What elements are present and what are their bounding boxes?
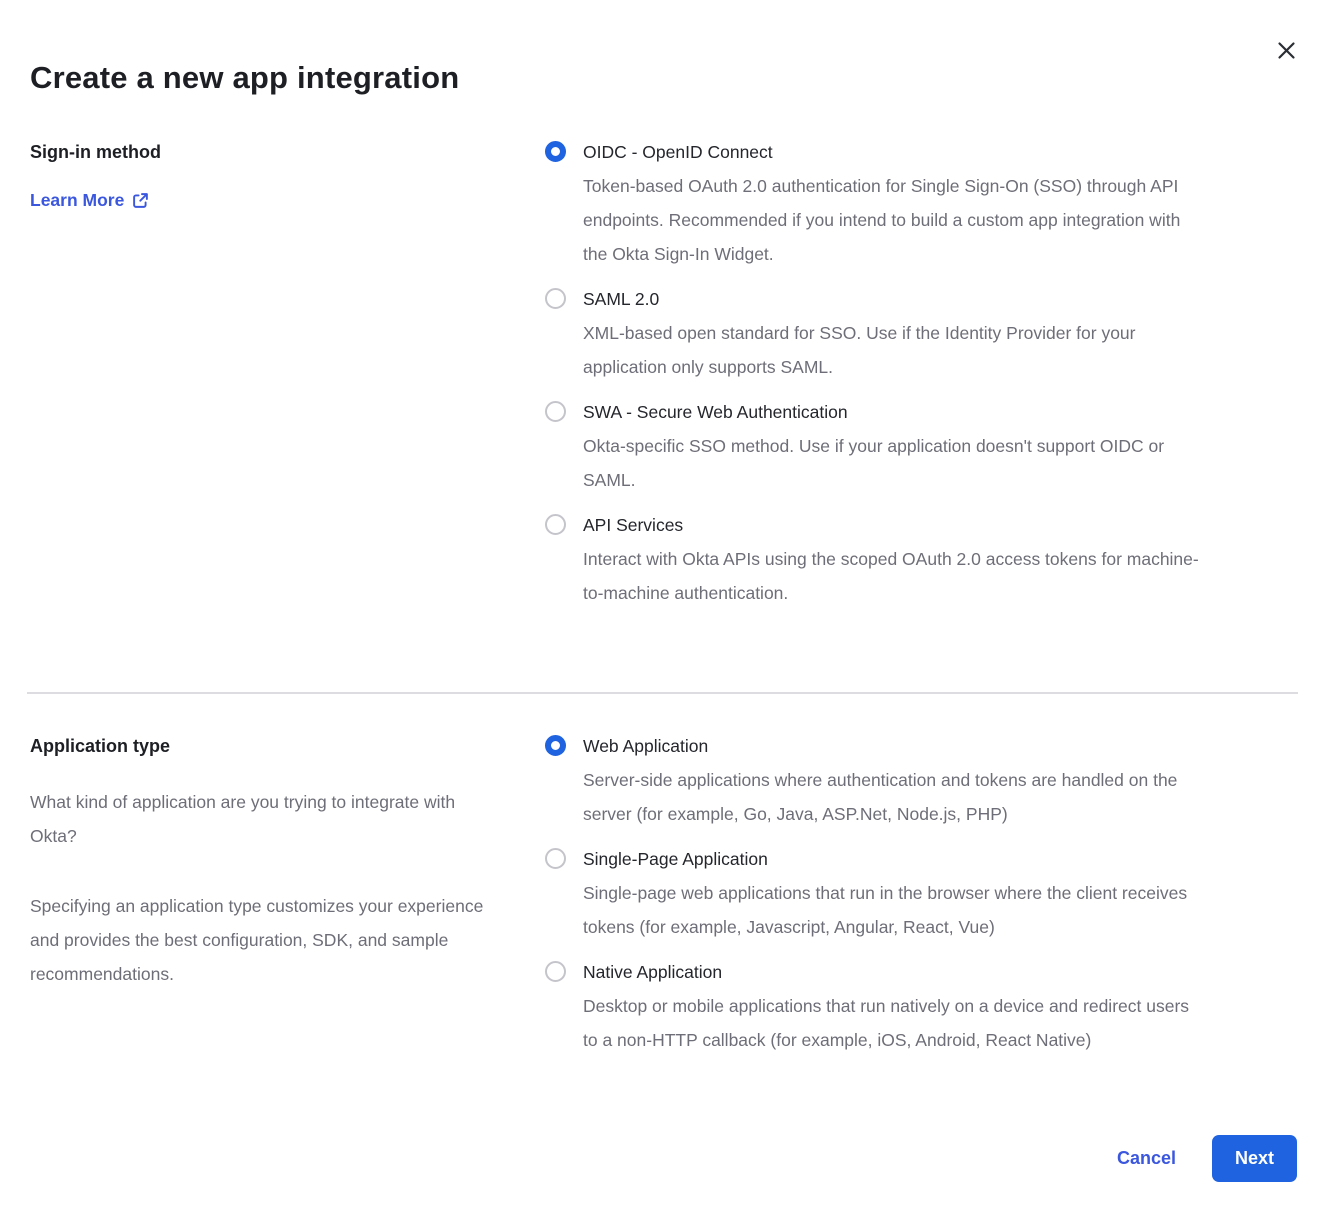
next-button[interactable]: Next bbox=[1212, 1135, 1297, 1182]
signin-method-options: OIDC - OpenID Connect Token-based OAuth … bbox=[545, 140, 1298, 626]
close-icon[interactable] bbox=[1270, 34, 1302, 66]
page-title: Create a new app integration bbox=[0, 0, 1332, 96]
section-divider bbox=[27, 692, 1298, 694]
learn-more-label: Learn More bbox=[30, 190, 124, 211]
radio-option-web-application[interactable]: Web Application Server-side applications… bbox=[545, 734, 1298, 831]
option-description-native-application: Desktop or mobile applications that run … bbox=[583, 989, 1203, 1057]
radio-button-single-page-application[interactable] bbox=[545, 848, 566, 869]
radio-button-saml[interactable] bbox=[545, 288, 566, 309]
application-type-left-column: Application type What kind of applicatio… bbox=[30, 734, 545, 991]
signin-method-label: Sign-in method bbox=[30, 140, 505, 164]
option-label-api-services[interactable]: API Services bbox=[583, 513, 1203, 537]
signin-method-left-column: Sign-in method Learn More bbox=[30, 140, 545, 211]
option-label-web-application[interactable]: Web Application bbox=[583, 734, 1203, 758]
radio-button-api-services[interactable] bbox=[545, 514, 566, 535]
external-link-icon bbox=[132, 192, 149, 209]
signin-method-section: Sign-in method Learn More OIDC - OpenID … bbox=[30, 140, 1298, 626]
option-description-api-services: Interact with Okta APIs using the scoped… bbox=[583, 542, 1203, 610]
cancel-button[interactable]: Cancel bbox=[1117, 1148, 1176, 1169]
radio-button-swa[interactable] bbox=[545, 401, 566, 422]
dialog-footer: Cancel Next bbox=[30, 1135, 1297, 1182]
option-description-saml: XML-based open standard for SSO. Use if … bbox=[583, 316, 1203, 384]
create-app-integration-dialog: Create a new app integration Sign-in met… bbox=[0, 0, 1332, 1210]
radio-option-api-services[interactable]: API Services Interact with Okta APIs usi… bbox=[545, 513, 1298, 610]
option-label-single-page-application[interactable]: Single-Page Application bbox=[583, 847, 1203, 871]
application-type-help-text-1: What kind of application are you trying … bbox=[30, 785, 490, 853]
application-type-help-text-2: Specifying an application type customize… bbox=[30, 889, 490, 991]
radio-option-swa[interactable]: SWA - Secure Web Authentication Okta-spe… bbox=[545, 400, 1298, 497]
radio-option-native-application[interactable]: Native Application Desktop or mobile app… bbox=[545, 960, 1298, 1057]
radio-button-native-application[interactable] bbox=[545, 961, 566, 982]
option-description-swa: Okta-specific SSO method. Use if your ap… bbox=[583, 429, 1203, 497]
option-description-single-page-application: Single-page web applications that run in… bbox=[583, 876, 1203, 944]
application-type-options: Web Application Server-side applications… bbox=[545, 734, 1298, 1073]
radio-option-oidc[interactable]: OIDC - OpenID Connect Token-based OAuth … bbox=[545, 140, 1298, 271]
option-description-web-application: Server-side applications where authentic… bbox=[583, 763, 1203, 831]
option-label-oidc[interactable]: OIDC - OpenID Connect bbox=[583, 140, 1203, 164]
learn-more-link[interactable]: Learn More bbox=[30, 190, 149, 211]
option-label-saml[interactable]: SAML 2.0 bbox=[583, 287, 1203, 311]
radio-button-oidc[interactable] bbox=[545, 141, 566, 162]
radio-option-saml[interactable]: SAML 2.0 XML-based open standard for SSO… bbox=[545, 287, 1298, 384]
radio-button-web-application[interactable] bbox=[545, 735, 566, 756]
application-type-label: Application type bbox=[30, 734, 505, 758]
option-label-native-application[interactable]: Native Application bbox=[583, 960, 1203, 984]
option-description-oidc: Token-based OAuth 2.0 authentication for… bbox=[583, 169, 1203, 271]
application-type-section: Application type What kind of applicatio… bbox=[30, 734, 1298, 1073]
option-label-swa[interactable]: SWA - Secure Web Authentication bbox=[583, 400, 1203, 424]
radio-option-single-page-application[interactable]: Single-Page Application Single-page web … bbox=[545, 847, 1298, 944]
